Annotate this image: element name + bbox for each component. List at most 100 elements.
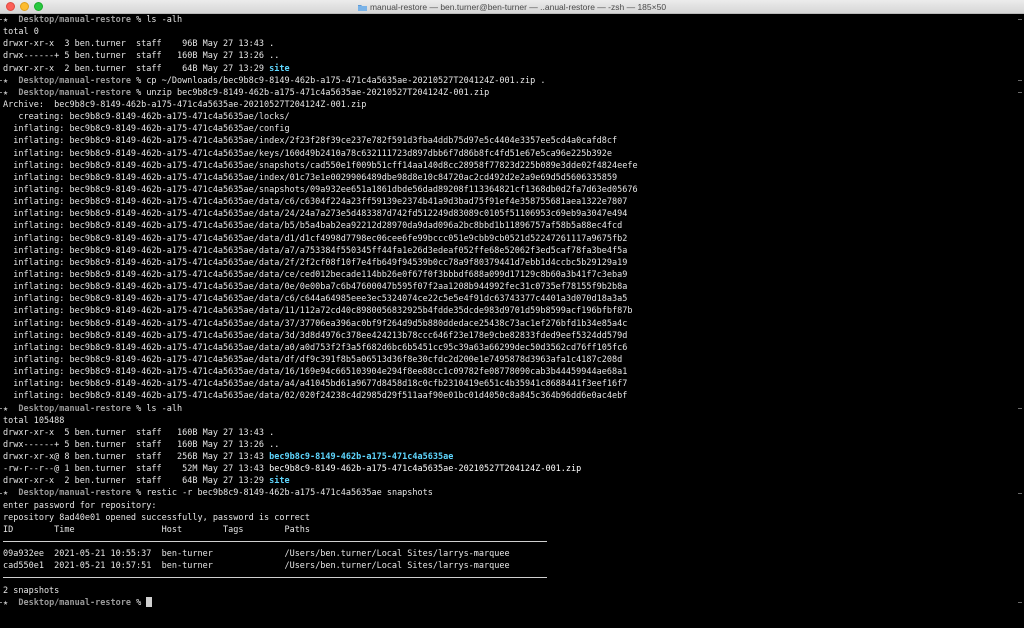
table-rule (3, 536, 1014, 548)
prompt-mark (0, 19, 2, 20)
command-text: unzip bec9b8c9-8149-462b-a175-471c4a5635… (146, 87, 490, 98)
output-line: inflating: bec9b8c9-8149-462b-a175-471c4… (3, 379, 628, 390)
output-line: repository 8ad40e01 opened successfully,… (3, 512, 311, 523)
ls-entry-name: site (269, 476, 290, 487)
prompt-char: % (130, 75, 147, 86)
scroll-mark (1018, 79, 1022, 81)
ls-entry-name: bec9b8c9-8149-462b-a175-471c4a5635ae-202… (269, 464, 582, 475)
output-line: inflating: bec9b8c9-8149-462b-a175-471c4… (3, 209, 628, 220)
command-text: ls -alh (146, 403, 183, 414)
ls-entry-name: . (269, 39, 275, 50)
ls-entry-info: drwxr-xr-x 2 ben.turner staff 64B May 27… (3, 476, 270, 487)
prompt-mark (0, 407, 2, 409)
output-line: 2 snapshots (3, 585, 60, 596)
output-line: Archive: bec9b8c9-8149-462b-a175-471c4a5… (3, 99, 367, 110)
prompt-path: Desktop/manual-restore (18, 488, 131, 499)
text-cursor[interactable] (146, 596, 153, 607)
prompt-line: ★ Desktop/manual-restore % ls -alh (3, 14, 1014, 26)
ls-entry-info: drwx------+ 5 ben.turner staff 160B May … (3, 439, 270, 450)
output-line: inflating: bec9b8c9-8149-462b-a175-471c4… (3, 318, 628, 329)
prompt-line: ★ Desktop/manual-restore % ls -alh (3, 403, 1014, 415)
prompt-line: ★ Desktop/manual-restore % cp ~/Download… (3, 75, 1014, 87)
ls-entry: drwxr-xr-x 2 ben.turner staff 64B May 27… (3, 63, 1014, 75)
output-line: enter password for repository: (3, 500, 157, 511)
ls-entry-name: .. (269, 51, 280, 62)
output-line: inflating: bec9b8c9-8149-462b-a175-471c4… (3, 197, 628, 208)
output-line: inflating: bec9b8c9-8149-462b-a175-471c4… (3, 269, 628, 280)
prompt-star-icon: ★ (3, 15, 19, 25)
ls-entry: drwxr-xr-x 2 ben.turner staff 64B May 27… (3, 475, 1014, 487)
prompt-star-icon: ★ (3, 597, 19, 608)
output-line: inflating: bec9b8c9-8149-462b-a175-471c4… (3, 233, 628, 244)
output-line: inflating: bec9b8c9-8149-462b-a175-471c4… (3, 367, 628, 378)
ls-entry: drwxr-xr-x@ 8 ben.turner staff 256B May … (3, 451, 1014, 463)
command-text: ls -alh (146, 15, 183, 25)
output-line: creating: bec9b8c9-8149-462b-a175-471c4a… (3, 112, 290, 123)
output-line: inflating: bec9b8c9-8149-462b-a175-471c4… (3, 221, 623, 232)
output-line: inflating: bec9b8c9-8149-462b-a175-471c4… (3, 148, 612, 159)
prompt-line: ★ Desktop/manual-restore % (3, 596, 1014, 609)
output-line: inflating: bec9b8c9-8149-462b-a175-471c4… (3, 257, 628, 268)
ls-entry-name: bec9b8c9-8149-462b-a175-471c4a5635ae (269, 452, 454, 463)
window-title-area: manual-restore — ben.turner@ben-turner —… (0, 1, 1024, 13)
ls-entry-name: .. (269, 439, 280, 450)
ls-entry: drwxr-xr-x 3 ben.turner staff 96B May 27… (3, 38, 1014, 50)
prompt-char: % (130, 403, 147, 414)
output-line: inflating: bec9b8c9-8149-462b-a175-471c4… (3, 124, 290, 135)
ls-entry: drwx------+ 5 ben.turner staff 160B May … (3, 50, 1014, 62)
command-text: restic -r bec9b8c9-8149-462b-a175-471c4a… (146, 488, 433, 499)
ls-entry-info: drwxr-xr-x 5 ben.turner staff 160B May 2… (3, 427, 270, 438)
prompt-star-icon: ★ (3, 403, 19, 414)
scroll-mark (1018, 91, 1022, 93)
output-line: 09a932ee 2021-05-21 10:55:37 ben-turner … (3, 549, 510, 560)
prompt-path: Desktop/manual-restore (18, 597, 131, 608)
prompt-char: % (130, 15, 147, 25)
window-title: manual-restore — ben.turner@ben-turner —… (369, 2, 667, 12)
scroll-mark (1018, 19, 1022, 20)
prompt-path: Desktop/manual-restore (18, 87, 131, 98)
output-line: inflating: bec9b8c9-8149-462b-a175-471c4… (3, 245, 628, 256)
prompt-mark (0, 602, 2, 604)
output-line: inflating: bec9b8c9-8149-462b-a175-471c4… (3, 172, 618, 183)
terminal-output[interactable]: ★ Desktop/manual-restore % ls -alh total … (0, 14, 1024, 628)
ls-entry-info: drwxr-xr-x 3 ben.turner staff 96B May 27… (3, 39, 270, 50)
scroll-marks (1016, 14, 1022, 628)
output-line: inflating: bec9b8c9-8149-462b-a175-471c4… (3, 160, 638, 171)
output-line: cad550e1 2021-05-21 10:57:51 ben-turner … (3, 561, 510, 572)
prompt-path: Desktop/manual-restore (18, 15, 131, 25)
output-line: inflating: bec9b8c9-8149-462b-a175-471c4… (3, 306, 633, 317)
output-line: inflating: bec9b8c9-8149-462b-a175-471c4… (3, 391, 628, 402)
command-text: cp ~/Downloads/bec9b8c9-8149-462b-a175-4… (146, 75, 546, 86)
ls-entry-name: site (269, 63, 290, 74)
scroll-mark (1018, 407, 1022, 409)
prompt-mark (0, 492, 2, 494)
ls-entry: drwx------+ 5 ben.turner staff 160B May … (3, 439, 1014, 451)
output-line: ID Time Host Tags Paths (3, 524, 311, 535)
prompt-star-icon: ★ (3, 87, 19, 98)
ls-entry-info: drwx------+ 5 ben.turner staff 160B May … (3, 51, 270, 62)
ls-entry-name: . (269, 427, 275, 438)
output-line: inflating: bec9b8c9-8149-462b-a175-471c4… (3, 294, 628, 305)
ls-entry-info: drwxr-xr-x@ 8 ben.turner staff 256B May … (3, 452, 270, 463)
prompt-star-icon: ★ (3, 488, 19, 499)
ls-entry-info: drwxr-xr-x 2 ben.turner staff 64B May 27… (3, 63, 270, 74)
prompt-mark (0, 91, 2, 93)
prompt-star-icon: ★ (3, 75, 19, 86)
output-line: inflating: bec9b8c9-8149-462b-a175-471c4… (3, 342, 628, 353)
ls-entry: drwxr-xr-x 5 ben.turner staff 160B May 2… (3, 427, 1014, 439)
output-line: inflating: bec9b8c9-8149-462b-a175-471c4… (3, 354, 623, 365)
terminal-lines: ★ Desktop/manual-restore % ls -alh total … (3, 14, 1014, 609)
output-line: inflating: bec9b8c9-8149-462b-a175-471c4… (3, 184, 638, 195)
scroll-mark (1018, 602, 1022, 604)
prompt-mark (0, 79, 2, 81)
ls-entry: -rw-r--r--@ 1 ben.turner staff 52M May 2… (3, 463, 1014, 475)
prompt-char: % (130, 597, 147, 608)
ls-entry-info: -rw-r--r--@ 1 ben.turner staff 52M May 2… (3, 464, 270, 475)
prompt-path: Desktop/manual-restore (18, 75, 131, 86)
table-rule (3, 572, 1014, 584)
output-line: inflating: bec9b8c9-8149-462b-a175-471c4… (3, 330, 628, 341)
scroll-mark (1018, 492, 1022, 494)
output-line: inflating: bec9b8c9-8149-462b-a175-471c4… (3, 282, 628, 293)
prompt-line: ★ Desktop/manual-restore % restic -r bec… (3, 487, 1014, 499)
prompt-line: ★ Desktop/manual-restore % unzip bec9b8c… (3, 87, 1014, 99)
